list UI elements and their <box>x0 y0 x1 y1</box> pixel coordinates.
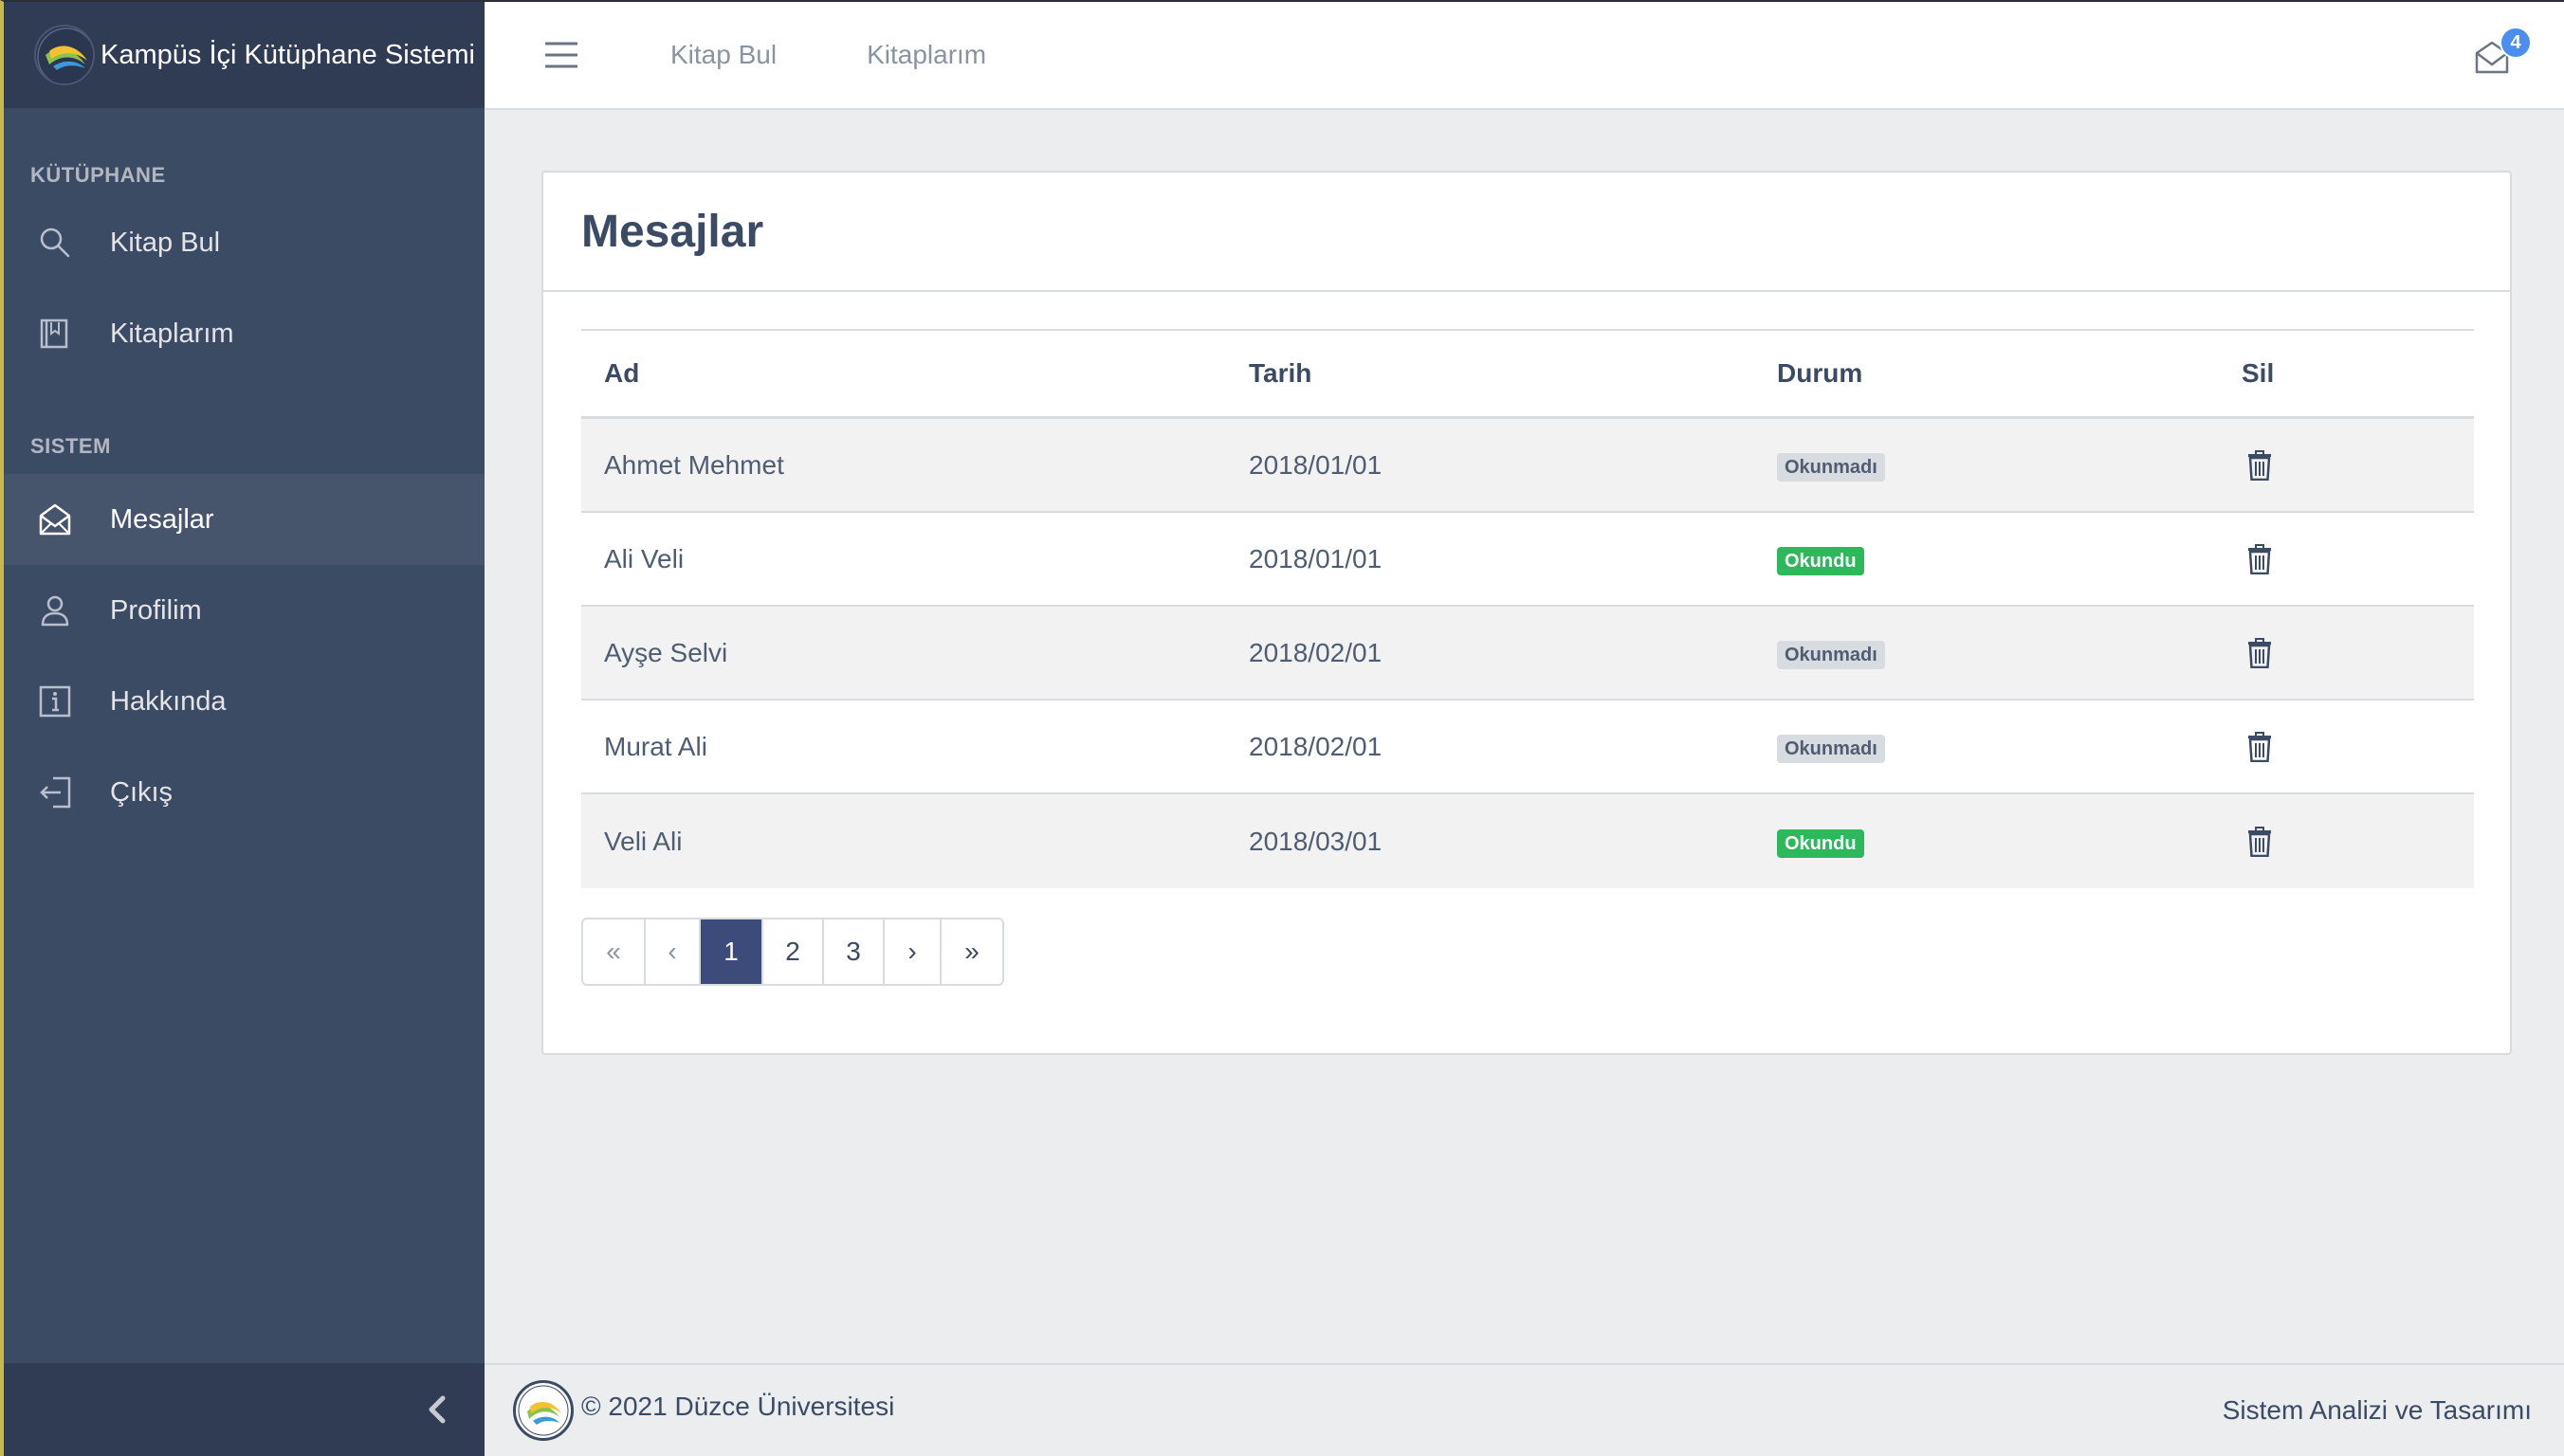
trash-icon[interactable] <box>2247 637 2272 668</box>
sidebar-item-profilim[interactable]: Profilim <box>4 565 485 656</box>
column-header-sil[interactable]: Sil <box>2242 358 2474 389</box>
column-header-ad[interactable]: Ad <box>581 358 1249 389</box>
book-icon <box>38 317 72 351</box>
sidebar-minimize-button[interactable] <box>4 1363 485 1456</box>
sidebar-item-label: Kitaplarım <box>110 318 234 349</box>
chevron-left-icon <box>429 1395 446 1424</box>
sidebar-item-label: Çıkış <box>110 776 174 808</box>
status-badge: Okunmadı <box>1777 734 1885 763</box>
table-row[interactable]: Ali Veli 2018/01/01 Okundu <box>581 513 2474 607</box>
cell-ad: Ali Veli <box>604 543 685 573</box>
cell-tarih: 2018/03/01 <box>1249 826 1383 856</box>
trash-icon[interactable] <box>2247 543 2272 574</box>
page-prev-button[interactable]: ‹ <box>646 919 701 984</box>
envelope-open-icon <box>38 502 72 537</box>
search-icon <box>38 226 72 260</box>
footer-right-text: Sistem Analizi ve Tasarımı <box>2222 1395 2532 1425</box>
sidebar-item-mesajlar[interactable]: Mesajlar <box>4 474 485 565</box>
pagination: « ‹ 1 2 3 › » <box>581 918 1004 986</box>
cell-tarih: 2018/01/01 <box>1249 449 1383 480</box>
table-row[interactable]: Ahmet Mehmet 2018/01/01 Okunmadı <box>581 419 2474 513</box>
nav-section-title-library: KÜTÜPHANE <box>30 163 166 187</box>
status-badge: Okundu <box>1777 828 1864 858</box>
header-link-kitaplarim[interactable]: Kitaplarım <box>867 40 986 70</box>
page-button-1[interactable]: 1 <box>701 919 763 984</box>
messages-table: Ad Tarih Durum Sil Ahmet Mehmet 2018/01/… <box>581 329 2474 888</box>
info-icon <box>38 684 72 719</box>
sidebar-item-kitaplarim[interactable]: Kitaplarım <box>4 288 485 379</box>
page-button-3[interactable]: 3 <box>824 919 885 984</box>
messages-button[interactable]: 4 <box>2473 27 2532 76</box>
table-row[interactable]: Murat Ali 2018/02/01 Okunmadı <box>581 701 2474 794</box>
column-header-tarih[interactable]: Tarih <box>1249 358 1777 389</box>
cell-ad: Ahmet Mehmet <box>604 449 784 480</box>
logout-icon <box>38 775 72 810</box>
header-link-kitap-bul[interactable]: Kitap Bul <box>670 40 777 70</box>
menu-icon <box>545 42 577 68</box>
brand[interactable]: Kampüs İçi Kütüphane Sistemi <box>4 2 485 108</box>
trash-icon[interactable] <box>2247 731 2272 762</box>
unread-count-badge: 4 <box>2500 27 2532 59</box>
cell-tarih: 2018/02/01 <box>1249 731 1383 761</box>
hamburger-menu-button[interactable] <box>543 41 579 69</box>
page-button-2[interactable]: 2 <box>763 919 824 984</box>
table-row[interactable]: Ayşe Selvi 2018/02/01 Okunmadı <box>581 607 2474 701</box>
status-badge: Okunmadı <box>1777 452 1885 482</box>
table-header: Ad Tarih Durum Sil <box>581 329 2474 419</box>
messages-card: Mesajlar Ad Tarih Durum Sil Ahmet Mehmet… <box>541 171 2512 1055</box>
status-badge: Okunmadı <box>1777 640 1885 669</box>
page-last-button[interactable]: » <box>942 919 1002 984</box>
sidebar-item-kitap-bul[interactable]: Kitap Bul <box>4 197 485 288</box>
sidebar-item-label: Mesajlar <box>110 503 214 535</box>
header: Kitap Bul Kitaplarım 4 <box>485 0 2564 110</box>
trash-icon[interactable] <box>2247 449 2272 481</box>
cell-tarih: 2018/02/01 <box>1249 637 1383 667</box>
page-first-button[interactable]: « <box>583 919 646 984</box>
footer-copyright: © 2021 Düzce Üniversitesi <box>581 1392 895 1421</box>
status-badge: Okundu <box>1777 546 1864 575</box>
sidebar-item-hakkinda[interactable]: Hakkında <box>4 656 485 747</box>
cell-ad: Veli Ali <box>604 826 683 856</box>
cell-tarih: 2018/01/01 <box>1249 543 1383 573</box>
sidebar-item-label: Hakkında <box>110 685 227 717</box>
card-header: Mesajlar <box>543 173 2510 292</box>
column-header-durum[interactable]: Durum <box>1777 358 2242 389</box>
footer: © 2021 Düzce Üniversitesi Sistem Analizi… <box>485 1363 2564 1456</box>
university-seal-logo <box>513 1380 574 1441</box>
university-logo <box>34 25 95 85</box>
table-row[interactable]: Veli Ali 2018/03/01 Okundu <box>581 794 2474 888</box>
trash-icon[interactable] <box>2247 826 2272 857</box>
page-next-button[interactable]: › <box>885 919 942 984</box>
nav-section-title-system: SISTEM <box>30 434 111 458</box>
cell-ad: Murat Ali <box>604 731 707 761</box>
table-body: Ahmet Mehmet 2018/01/01 Okunmadı Ali Vel… <box>581 419 2474 888</box>
sidebar-item-label: Profilim <box>110 594 202 626</box>
cell-ad: Ayşe Selvi <box>604 637 728 667</box>
sidebar-item-label: Kitap Bul <box>110 227 221 258</box>
user-icon <box>38 593 72 628</box>
sidebar: Kampüs İçi Kütüphane Sistemi KÜTÜPHANE K… <box>0 0 485 1456</box>
sidebar-item-cikis[interactable]: Çıkış <box>4 747 485 838</box>
app-title: Kampüs İçi Kütüphane Sistemi <box>101 39 475 70</box>
page-title: Mesajlar <box>581 206 764 257</box>
